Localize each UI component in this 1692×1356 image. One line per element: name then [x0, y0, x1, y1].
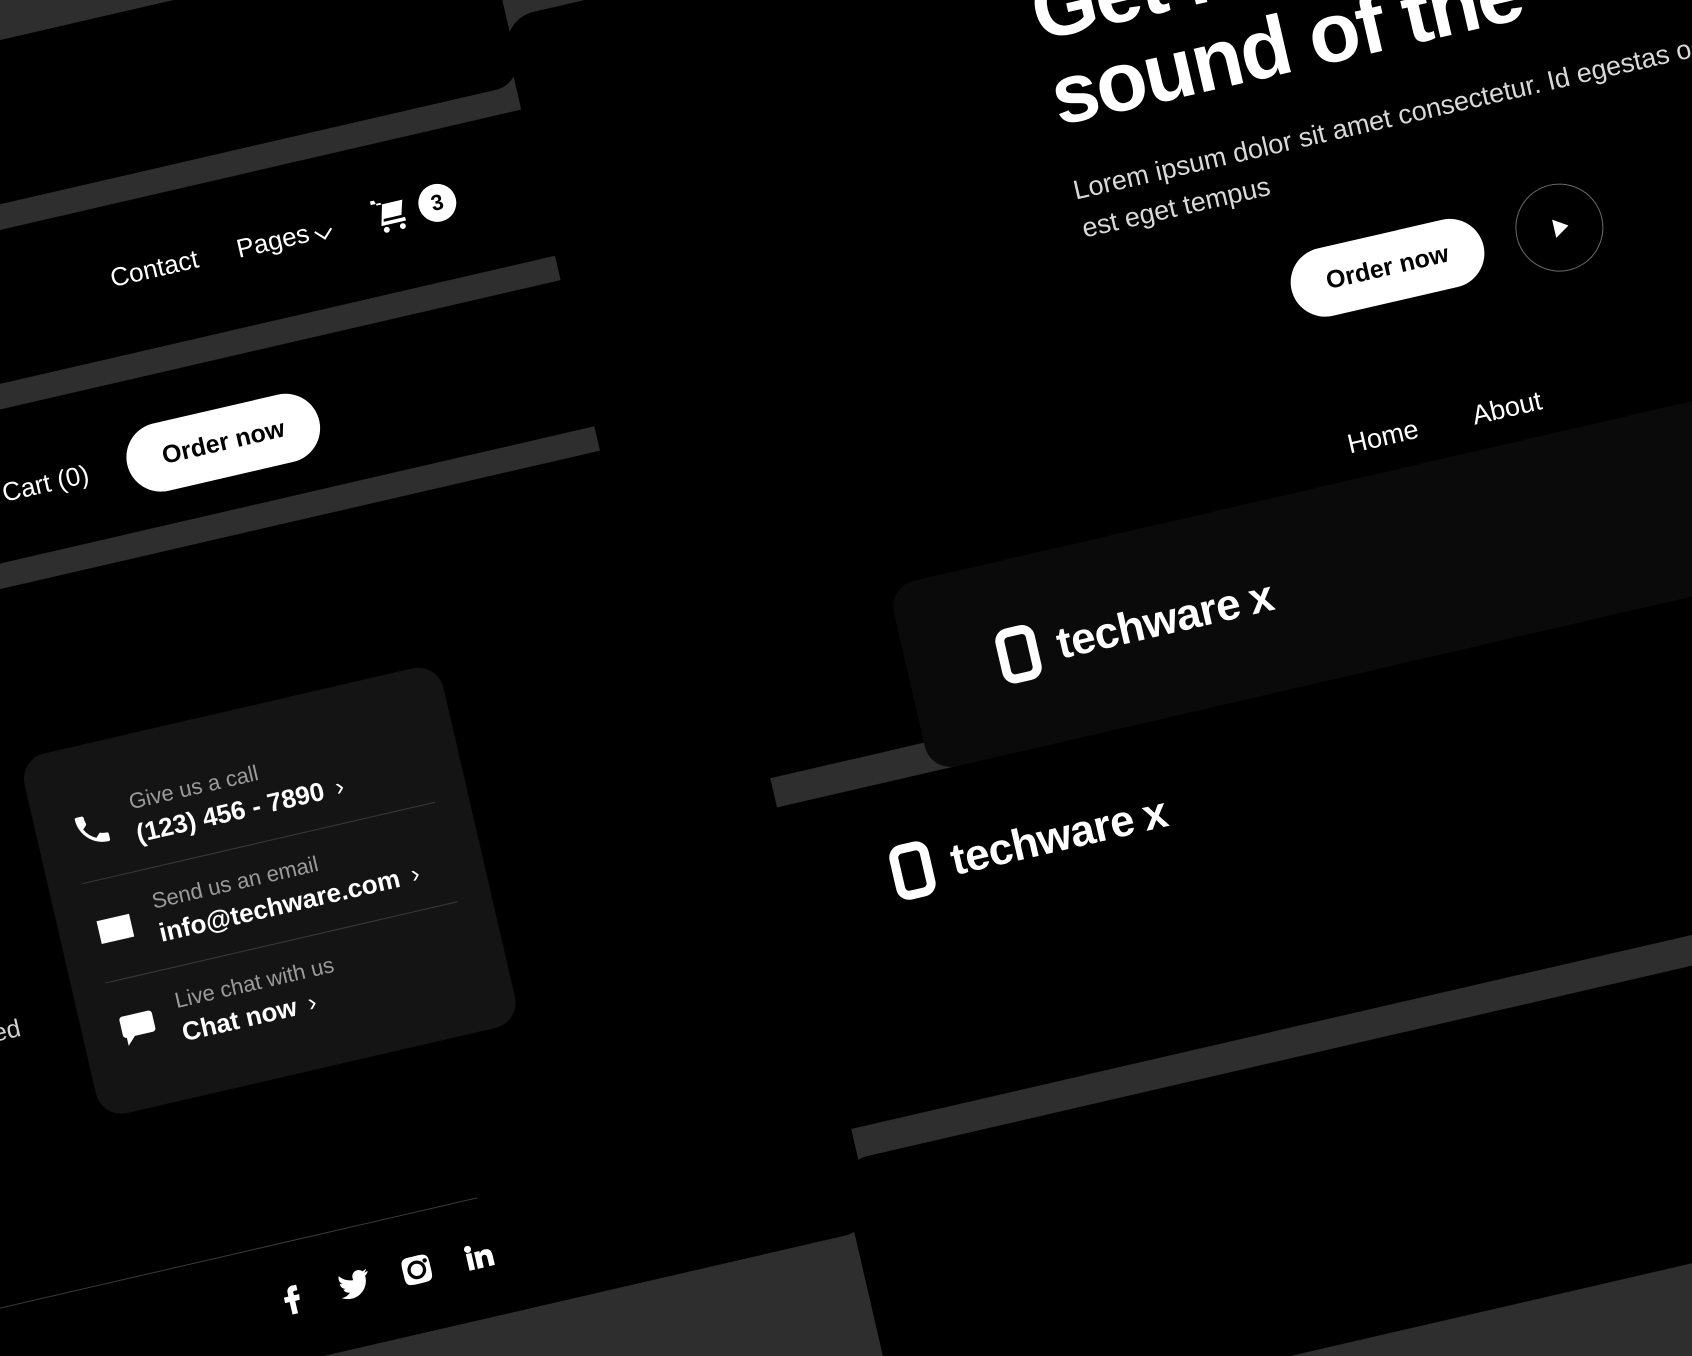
nav-link-about-right[interactable]: About: [1469, 385, 1545, 431]
chevron-right-icon: ›: [304, 987, 320, 1018]
facebook-icon[interactable]: [272, 1278, 314, 1324]
nav-link-home-right[interactable]: Home: [1344, 414, 1421, 460]
play-circle-icon[interactable]: [1506, 175, 1613, 281]
top-nav-links: Contact Pages 3: [106, 177, 461, 300]
brand-wordmark: techwarex: [1051, 571, 1278, 669]
cart-count-badge: 3: [414, 180, 461, 226]
twitter-icon[interactable]: [334, 1264, 376, 1310]
nav-link-pages[interactable]: Pages: [233, 212, 334, 264]
shopping-cart-icon: [369, 199, 406, 233]
chevron-right-icon: ›: [408, 859, 423, 889]
chevron-right-icon: ›: [332, 772, 347, 802]
brand-logo[interactable]: techwarex: [992, 568, 1279, 686]
cart-button[interactable]: 3: [365, 177, 461, 240]
order-now-button[interactable]: Order now: [119, 386, 328, 499]
brand-wordmark-2: techwarex: [945, 787, 1172, 885]
chevron-down-icon: [315, 221, 333, 239]
nav-link-contact[interactable]: Contact: [107, 243, 201, 293]
instagram-icon[interactable]: [396, 1249, 438, 1295]
hero-order-now-button[interactable]: Order now: [1283, 211, 1492, 324]
mail-icon: [89, 902, 142, 955]
chat-icon: [112, 1001, 165, 1054]
o-logo-mark-icon: [992, 622, 1045, 686]
nav-link-cart[interactable]: Cart (0): [0, 459, 92, 509]
footer-social-links: [272, 1235, 501, 1324]
brand-logo-2[interactable]: techwarex: [886, 785, 1173, 903]
hero-content: Get ready sound of the Lorem ipsum dolor…: [1022, 0, 1692, 375]
phone-icon: [66, 803, 119, 856]
screenshot-stage: Contact Pages 3 x Home About Pages: [0, 0, 1692, 1356]
linkedin-icon[interactable]: [459, 1235, 501, 1281]
footer-contact-card: Give us a call (123) 456 - 7890 › Send u…: [18, 662, 521, 1119]
o-logo-mark-icon: [886, 838, 939, 903]
